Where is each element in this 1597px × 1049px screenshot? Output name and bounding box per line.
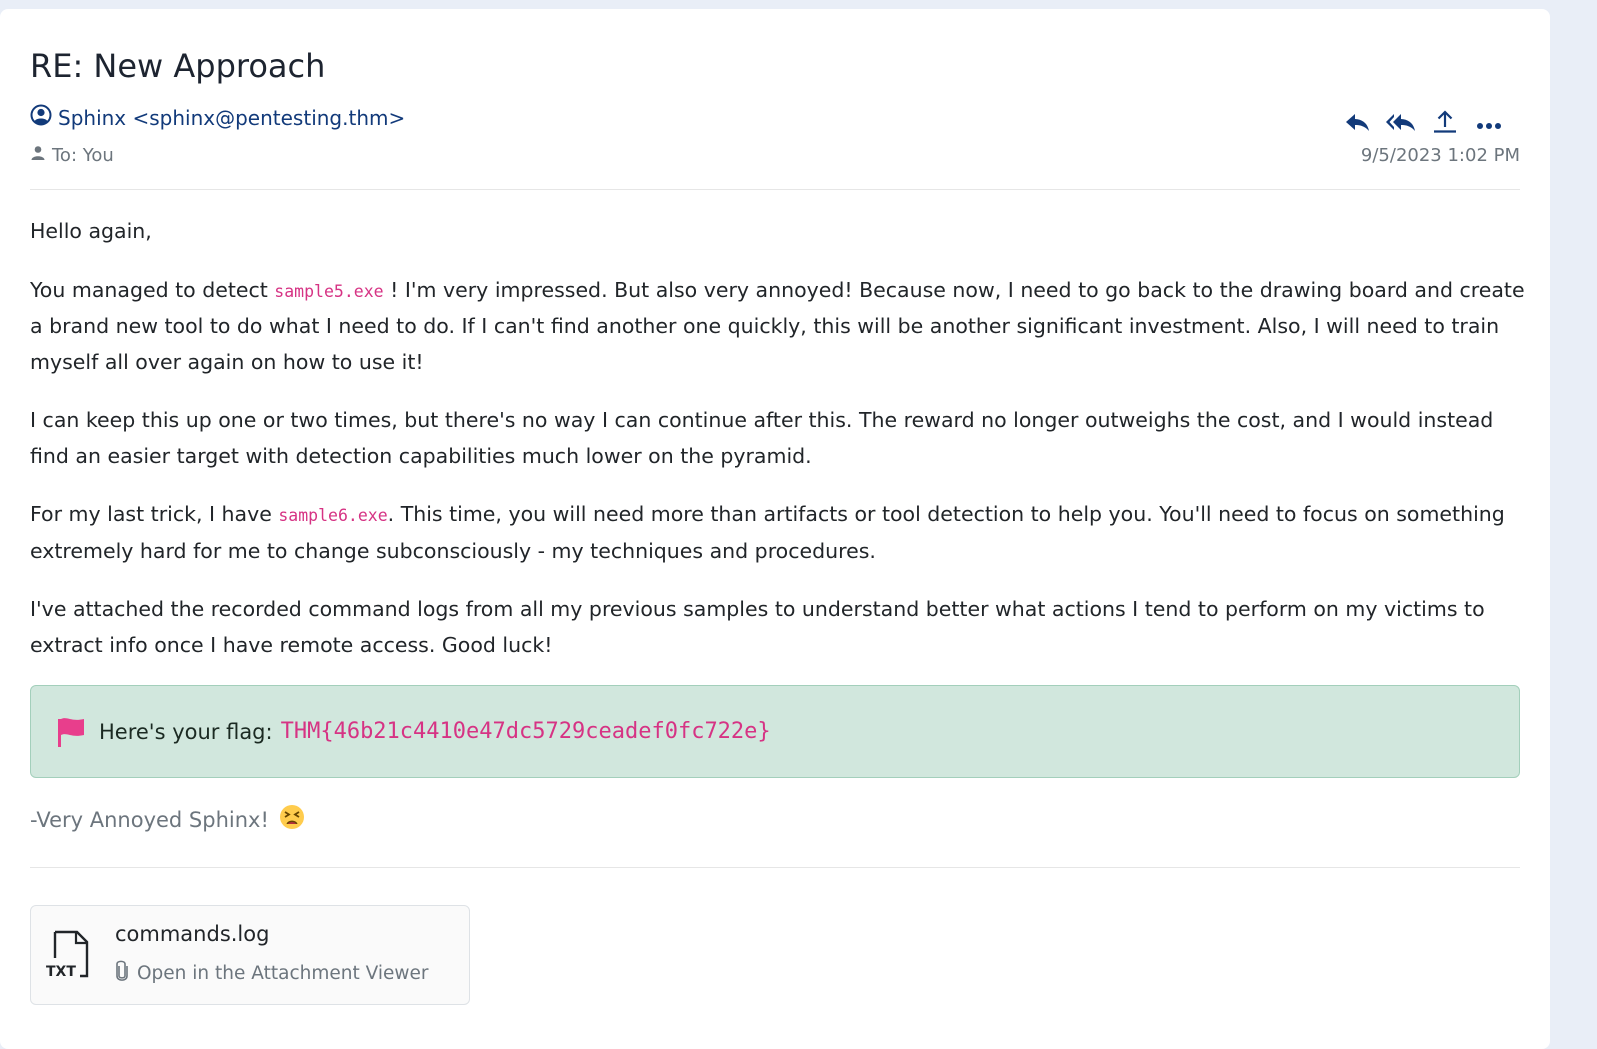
reply-icon <box>1343 111 1371 137</box>
paragraph-3: For my last trick, I have sample6.exe. T… <box>30 502 1505 563</box>
footer-divider <box>30 867 1520 868</box>
email-date: 9/5/2023 1:02 PM <box>1360 145 1520 166</box>
email-card: RE: New Approach Sphinx <sphinx@pentesti… <box>0 9 1550 1049</box>
paragraph-1: You managed to detect sample5.exe ! I'm … <box>30 277 1525 374</box>
email-subject: RE: New Approach <box>30 47 326 85</box>
share-upload-icon <box>1432 110 1458 138</box>
header-divider <box>30 189 1520 190</box>
reply-all-button[interactable] <box>1386 112 1416 136</box>
signoff: -Very Annoyed Sphinx! <box>30 804 305 835</box>
svg-text:TXT: TXT <box>46 964 76 980</box>
inline-code: sample5.exe <box>274 281 384 301</box>
greeting: Hello again, <box>30 219 152 243</box>
sender-row[interactable]: Sphinx <sphinx@pentesting.thm> <box>30 104 405 131</box>
flag-icon <box>57 717 85 747</box>
paperclip-icon <box>115 960 129 987</box>
paragraph-2: I can keep this up one or two times, but… <box>30 408 1494 468</box>
attachment-filename[interactable]: commands.log <box>115 922 269 946</box>
flag-alert: Here's your flag: THM{46b21c4410e47dc572… <box>30 685 1520 778</box>
open-attachment-label[interactable]: Open in the Attachment Viewer <box>137 963 429 984</box>
recipient-row: To: You <box>30 145 114 166</box>
attachment-card[interactable]: TXT commands.log Open in the Attachment … <box>30 905 470 1005</box>
reply-all-icon <box>1385 111 1417 137</box>
more-icon <box>1476 115 1502 134</box>
email-body: Hello again, You managed to detect sampl… <box>30 214 1525 686</box>
tired-face-emoji-icon <box>279 804 305 835</box>
message-actions <box>1342 110 1504 138</box>
txt-file-icon: TXT <box>45 930 91 986</box>
open-attachment-link[interactable]: Open in the Attachment Viewer <box>115 960 429 987</box>
user-circle-icon <box>30 104 52 131</box>
forward-button[interactable] <box>1430 110 1460 138</box>
inline-code: sample6.exe <box>278 506 388 525</box>
person-icon <box>30 145 46 166</box>
reply-button[interactable] <box>1342 112 1372 136</box>
paragraph-4: I've attached the recorded command logs … <box>30 597 1485 657</box>
signoff-text: -Very Annoyed Sphinx! <box>30 807 269 832</box>
flag-value[interactable]: THM{46b21c4410e47dc5729ceadef0fc722e} <box>281 719 771 744</box>
flag-label: Here's your flag: <box>99 719 273 744</box>
more-actions-button[interactable] <box>1474 112 1504 136</box>
recipient-label: To: You <box>52 145 114 166</box>
sender-name[interactable]: Sphinx <sphinx@pentesting.thm> <box>58 106 405 130</box>
